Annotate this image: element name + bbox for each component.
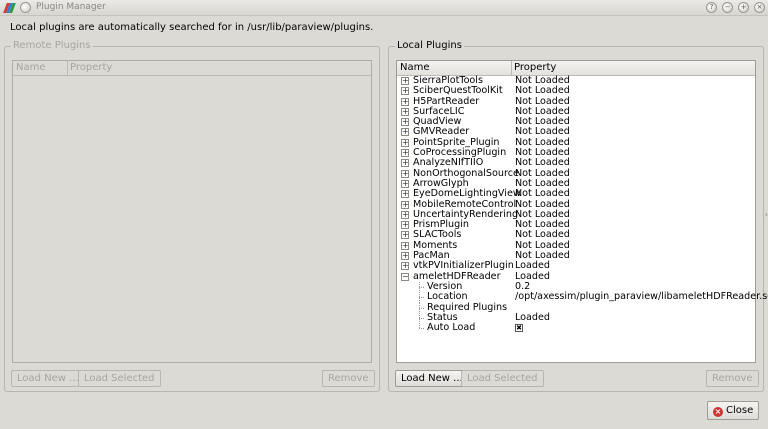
expand-icon[interactable]: + bbox=[401, 262, 409, 271]
local-col-name[interactable]: Name bbox=[400, 62, 430, 73]
title-bar: Plugin Manager ? − + × bbox=[0, 0, 768, 16]
local-plugins-group: Local Plugins Name Property + SierraPlotT… bbox=[388, 40, 768, 392]
search-path-info: Local plugins are automatically searched… bbox=[10, 22, 374, 33]
detail-value: Loaded bbox=[515, 311, 551, 323]
remote-plugins-title: Remote Plugins bbox=[11, 40, 93, 51]
local-tree-header: Name Property bbox=[397, 61, 755, 76]
plugin-detail-row[interactable]: Auto Load ✖ bbox=[397, 322, 755, 334]
remote-col-name[interactable]: Name bbox=[16, 62, 46, 73]
close-button[interactable]: × Close bbox=[707, 401, 760, 420]
local-plugins-title: Local Plugins bbox=[395, 40, 464, 51]
remote-plugins-group: Remote Plugins Name Property Load New ..… bbox=[4, 40, 380, 392]
expand-icon[interactable]: + bbox=[401, 159, 409, 168]
remote-col-property[interactable]: Property bbox=[70, 62, 112, 73]
expand-icon[interactable]: + bbox=[401, 231, 409, 240]
detail-label: Auto Load bbox=[427, 322, 476, 334]
expand-icon[interactable]: + bbox=[401, 87, 409, 96]
local-load-selected-button[interactable]: Load Selected bbox=[461, 370, 544, 387]
expand-icon[interactable]: + bbox=[401, 190, 409, 199]
expand-icon[interactable]: + bbox=[401, 200, 409, 209]
expand-icon[interactable]: + bbox=[401, 179, 409, 188]
auto-load-checkbox[interactable]: ✖ bbox=[515, 324, 523, 333]
paraview-logo-icon bbox=[3, 3, 16, 13]
window-title: Plugin Manager bbox=[36, 2, 106, 12]
expand-icon[interactable]: + bbox=[401, 252, 409, 261]
expand-icon[interactable]: + bbox=[401, 77, 409, 85]
expand-icon[interactable]: + bbox=[401, 149, 409, 158]
local-col-property[interactable]: Property bbox=[514, 62, 556, 73]
expand-icon[interactable]: + bbox=[401, 169, 409, 178]
close-window-button[interactable]: × bbox=[754, 2, 765, 13]
expand-icon[interactable]: + bbox=[401, 241, 409, 250]
expand-icon[interactable]: + bbox=[401, 107, 409, 116]
local-plugins-tree[interactable]: Name Property + SierraPlotTools Not Loaded… bbox=[396, 60, 768, 363]
remote-tree-header: Name Property bbox=[13, 61, 371, 76]
window-menu-button[interactable] bbox=[20, 2, 31, 13]
detail-label: Location bbox=[427, 291, 468, 303]
expand-icon[interactable]: + bbox=[401, 97, 409, 106]
minimize-button[interactable]: − bbox=[722, 2, 733, 13]
expand-icon[interactable]: + bbox=[401, 128, 409, 137]
local-remove-button[interactable]: Remove bbox=[706, 370, 759, 387]
expand-icon[interactable]: + bbox=[401, 138, 409, 147]
expand-icon[interactable]: + bbox=[401, 118, 409, 127]
plugin-row[interactable]: + Moments Not Loaded bbox=[397, 240, 755, 251]
collapse-icon[interactable]: − bbox=[401, 272, 409, 281]
detail-value: /opt/axessim/plugin_paraview/libameletHD… bbox=[515, 291, 768, 303]
close-button-label: Close bbox=[726, 405, 754, 416]
remote-load-selected-button[interactable]: Load Selected bbox=[78, 370, 161, 387]
close-icon: × bbox=[713, 407, 723, 417]
local-load-new-button[interactable]: Load New ... bbox=[395, 370, 469, 387]
local-plugin-rows: + SierraPlotTools Not Loaded + SciberQuestTo… bbox=[397, 75, 768, 334]
remote-load-new-button[interactable]: Load New ... bbox=[11, 370, 85, 387]
expand-icon[interactable]: + bbox=[401, 210, 409, 219]
plugin-detail-row[interactable]: Location/opt/axessim/plugin_paraview/lib… bbox=[397, 291, 768, 303]
remote-plugins-tree[interactable]: Name Property bbox=[12, 60, 372, 363]
remote-remove-button[interactable]: Remove bbox=[322, 370, 375, 387]
maximize-button[interactable]: + bbox=[738, 2, 749, 13]
help-button[interactable]: ? bbox=[706, 2, 717, 13]
expand-icon[interactable]: + bbox=[401, 221, 409, 230]
